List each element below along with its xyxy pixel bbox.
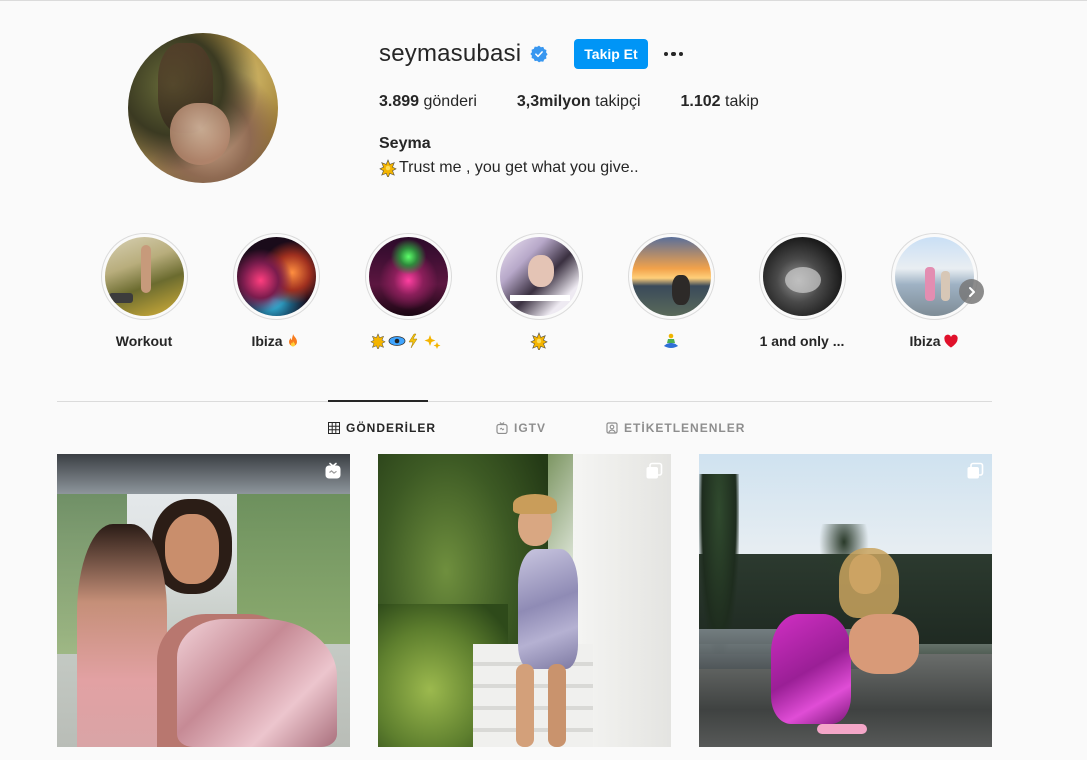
avatar-face [170,103,230,165]
post-thumbnail[interactable] [378,454,671,747]
following-stat[interactable]: 1.102 takip [681,93,759,111]
highlight-ring [495,233,583,320]
following-label: takip [725,93,759,110]
following-count: 1.102 [680,93,721,110]
highlight-emoji-1[interactable] [343,233,473,351]
highlight-ring [758,233,846,320]
fire-emoji-icon [288,334,297,347]
highlight-cover [104,237,184,316]
followers-stat[interactable]: 3,3milyon takipçi [517,93,641,111]
highlight-label: Workout [115,333,173,349]
posts-stat: 3.899 gönderi [379,93,477,111]
highlight-emoji-3[interactable] [606,233,736,351]
bio: Trust me , you get what you give.. [379,159,639,177]
igtv-icon [325,462,341,479]
highlight-ring [100,233,188,320]
sparkle-eye-lightning-sparkles-emoji-icon [370,333,441,349]
grid-icon [328,422,340,434]
highlight-label [474,331,604,351]
highlight-cover [368,237,448,316]
tab-tagged-label: ETİKETLENENLER [624,421,746,435]
tab-igtv[interactable]: IGTV [496,420,546,436]
bio-text: Trust me , you get what you give.. [399,159,639,176]
highlights-next-button[interactable] [959,279,984,304]
username-row: seymasubasi Takip Et [379,38,686,70]
highlight-cover [631,237,711,316]
highlight-workout[interactable]: Workout [79,233,209,351]
followers-count: 3,3milyon [516,93,591,110]
sparkle-emoji-icon [530,332,548,350]
highlight-ibiza-fire[interactable]: Ibiza [211,233,341,351]
more-options-icon[interactable] [662,42,686,66]
highlight-label: Ibiza [869,331,999,351]
tab-posts-label: GÖNDERİLER [346,421,437,435]
username: seymasubasi [379,40,522,67]
highlight-cover [894,237,974,316]
posts-label: gönderi [423,93,477,110]
tab-posts[interactable]: GÖNDERİLER [328,420,436,436]
igtv-icon [496,422,508,434]
verified-badge-icon [530,45,548,63]
highlight-cover [236,237,316,316]
profile-tabs: GÖNDERİLER IGTV ETİKETLENENLER [328,420,805,436]
meditation-emoji-icon [664,333,678,348]
tabs-divider [57,401,992,402]
tab-igtv-label: IGTV [514,421,547,435]
followers-label: takipçi [595,93,641,110]
profile-stats: 3.899 gönderi 3,3milyon takipçi 1.102 ta… [379,93,799,111]
highlight-ring [627,233,715,320]
highlight-cover [499,237,579,316]
full-name: Seyma [379,135,431,152]
posts-count: 3.899 [379,93,420,110]
active-tab-indicator [328,400,428,402]
post-thumbnail[interactable] [699,454,992,747]
heart-emoji-icon [943,334,958,348]
highlight-one-and-only[interactable]: 1 and only ... [737,233,867,351]
highlight-ring [232,233,320,320]
highlight-label: Ibiza [211,331,341,351]
top-border [0,0,1087,1]
tab-tagged[interactable]: ETİKETLENENLER [606,420,745,436]
carousel-icon [967,462,984,479]
highlight-emoji-2[interactable] [474,233,604,351]
highlight-label [606,331,736,351]
highlight-cover [762,237,842,316]
carousel-icon [646,462,663,479]
follow-button[interactable]: Takip Et [574,39,648,69]
post-thumbnail[interactable] [57,454,350,747]
tagged-icon [606,422,618,434]
sparkle-emoji-icon [379,159,397,177]
highlight-label: 1 and only ... [759,333,845,349]
highlight-ring [364,233,452,320]
profile-avatar[interactable] [128,33,278,183]
highlight-label [343,331,473,351]
highlight-ring [890,233,978,320]
chevron-right-icon [968,286,975,297]
